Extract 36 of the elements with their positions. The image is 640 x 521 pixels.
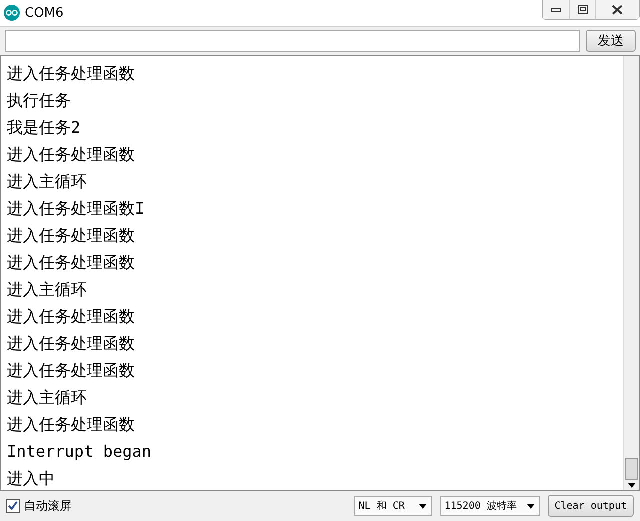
close-button[interactable]	[595, 0, 639, 19]
output-line: 进入任务处理函数	[7, 63, 136, 85]
close-icon	[612, 4, 623, 14]
output-line: 我是任务2	[7, 117, 82, 139]
line-ending-dropdown[interactable]: NL 和 CR	[354, 496, 432, 516]
output-line: 进入中	[7, 468, 56, 490]
minimize-button[interactable]	[543, 0, 569, 19]
output-line: 执行任务	[7, 90, 72, 112]
baud-rate-dropdown[interactable]: 115200 波特率	[440, 496, 540, 516]
output-line: 进入主循环	[7, 171, 88, 193]
checkbox-label: 自动滚屏	[24, 498, 72, 514]
maximize-icon	[578, 5, 588, 14]
caret-icon	[418, 504, 427, 508]
autoscroll-checkbox[interactable]	[6, 499, 20, 513]
output-line: 进入任务处理函数	[7, 225, 136, 247]
output-line: 进入主循环	[7, 387, 88, 409]
caret-icon	[628, 483, 636, 488]
scrollbar-thumb[interactable]	[625, 458, 638, 480]
output-line: 进入任务处理函数I	[7, 198, 146, 220]
scrollbar[interactable]	[623, 56, 639, 490]
output-line: 进入任务处理函数	[7, 360, 136, 382]
output-line: Interrupt began	[7, 441, 152, 463]
minimize-icon	[551, 8, 561, 12]
output-line: 进入任务处理函数	[7, 252, 136, 274]
app-logo-icon	[4, 5, 20, 21]
output-line: 进入任务处理函数	[7, 306, 136, 328]
maximize-button[interactable]	[569, 0, 595, 19]
output-line: 进入任务处理函数	[7, 144, 136, 166]
window-title: COM6	[25, 6, 64, 21]
send-button[interactable]: 发送	[586, 30, 636, 52]
clear-output-button[interactable]: Clear output	[548, 495, 634, 517]
output-line: 进入任务处理函数	[7, 333, 136, 355]
output-line: 进入任务处理函数	[7, 414, 136, 436]
caret-icon	[526, 504, 535, 508]
input-field[interactable]	[5, 30, 580, 52]
output-line: 进入主循环	[7, 279, 88, 301]
